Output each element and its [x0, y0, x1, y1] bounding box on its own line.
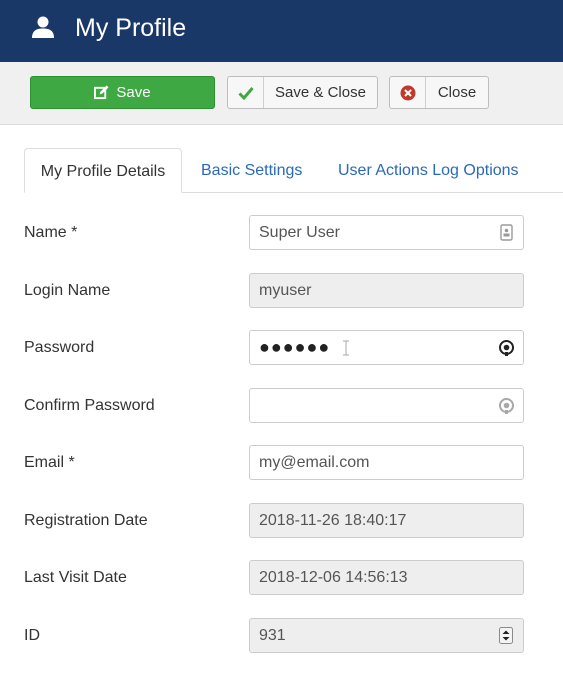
contact-card-icon: [500, 224, 513, 241]
password-label: Password: [24, 339, 95, 356]
last-visit-date-row: Last Visit Date 2018-12-06 14:56:13: [0, 560, 563, 596]
eye-toggle-icon[interactable]: [498, 339, 515, 356]
last-visit-date-value: 2018-12-06 14:56:13: [259, 569, 408, 586]
save-button-label: Save: [116, 84, 151, 101]
save-button[interactable]: Save: [30, 76, 215, 109]
confirm-password-input[interactable]: [249, 388, 524, 423]
close-button[interactable]: Close: [389, 76, 489, 109]
password-row: Password ●●●●●●: [0, 330, 563, 366]
login-name-value: myuser: [259, 282, 312, 299]
name-value: Super User: [259, 224, 340, 241]
name-input[interactable]: Super User: [249, 215, 524, 250]
last-visit-date-label: Last Visit Date: [24, 569, 127, 586]
id-value: 931: [259, 627, 286, 644]
registration-date-value: 2018-11-26 18:40:17: [259, 512, 407, 529]
registration-date-field: 2018-11-26 18:40:17: [249, 503, 524, 538]
id-row: ID 931: [0, 618, 563, 654]
registration-date-row: Registration Date 2018-11-26 18:40:17: [0, 503, 563, 539]
email-label: Email *: [24, 454, 75, 471]
registration-date-label: Registration Date: [24, 512, 148, 529]
login-name-field: myuser: [249, 273, 524, 308]
profile-tabs: My Profile Details Basic Settings User A…: [24, 148, 563, 193]
id-label: ID: [24, 627, 40, 644]
close-circle-icon: [390, 77, 426, 108]
email-value: my@email.com: [259, 454, 370, 471]
spinner-arrows-icon[interactable]: [499, 627, 513, 644]
user-icon: [32, 16, 54, 38]
email-input[interactable]: my@email.com: [249, 445, 524, 480]
password-input[interactable]: ●●●●●●: [249, 330, 524, 365]
close-label: Close: [437, 84, 477, 101]
eye-toggle-icon[interactable]: [498, 397, 515, 414]
confirm-password-row: Confirm Password: [0, 388, 563, 424]
toolbar: Save Save & Close Close: [0, 62, 563, 125]
login-row: Login Name myuser: [0, 273, 563, 309]
last-visit-date-field: 2018-12-06 14:56:13: [249, 560, 524, 595]
tab-basic-settings[interactable]: Basic Settings: [201, 148, 302, 193]
page-title: My Profile: [75, 14, 187, 42]
checkmark-icon: [228, 77, 264, 108]
email-row: Email * my@email.com: [0, 445, 563, 481]
tab-my-profile-details[interactable]: My Profile Details: [24, 148, 182, 193]
password-value: ●●●●●●: [259, 337, 331, 357]
save-close-label: Save & Close: [275, 84, 366, 101]
name-row: Name * Super User: [0, 215, 563, 251]
edit-icon: [94, 85, 109, 100]
id-field: 931: [249, 618, 524, 653]
confirm-password-label: Confirm Password: [24, 397, 155, 414]
page-header: My Profile: [0, 0, 563, 62]
save-close-button[interactable]: Save & Close: [227, 76, 378, 109]
text-cursor-icon: [343, 340, 349, 356]
tab-user-actions-log-options[interactable]: User Actions Log Options: [338, 148, 519, 193]
name-label: Name *: [24, 224, 78, 241]
login-name-label: Login Name: [24, 282, 111, 299]
